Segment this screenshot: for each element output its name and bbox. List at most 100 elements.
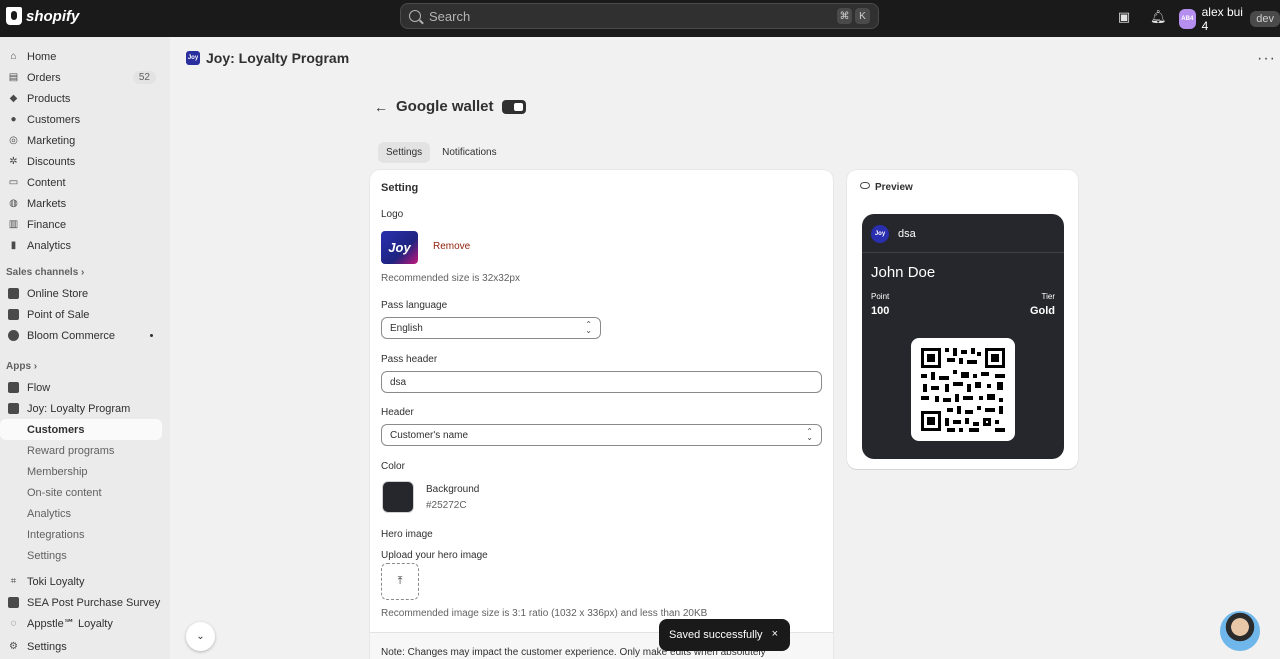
heading-label: Apps (6, 361, 31, 372)
sidebar-item-products[interactable]: ◆ Products (0, 88, 162, 109)
remove-logo-button[interactable]: Remove (433, 241, 470, 252)
sidebar-item-label: Home (27, 50, 57, 63)
sidebar-item-label: Finance (27, 218, 67, 231)
eye-icon (860, 182, 870, 189)
bell-icon[interactable]: 🔔︎ (1150, 10, 1167, 24)
pos-icon (8, 309, 19, 320)
point-label: Point (871, 292, 890, 301)
scroll-down-button[interactable]: ⌄ (186, 622, 215, 651)
store-icon (8, 288, 19, 299)
shortcut-k-key: K (855, 8, 870, 24)
inbox-icon[interactable]: ▣ (1117, 10, 1131, 24)
sidebar-item-label: Orders (27, 71, 61, 84)
sidebar-item-analytics[interactable]: ▮ Analytics (0, 235, 162, 256)
toast-message: Saved successfully (669, 629, 763, 641)
sidebar-item-orders[interactable]: ▤ Orders 52 (0, 67, 162, 88)
shopify-bag-icon (6, 7, 22, 25)
back-arrow-icon[interactable]: ← (374, 99, 388, 115)
upload-icon: ⤒ (397, 575, 403, 587)
appstle-icon: ◌ (10, 618, 17, 629)
user-name: alex bui 4 (1201, 5, 1243, 33)
sidebar-item-joy-settings[interactable]: Settings (0, 545, 162, 566)
preview-heading: Preview (860, 182, 913, 193)
avatar: AB4 (1179, 9, 1196, 29)
background-color-swatch[interactable] (382, 481, 414, 513)
sidebar-item-reward-programs[interactable]: Reward programs (0, 440, 162, 461)
settings-card: Setting Logo Joy Remove Recommended size… (370, 170, 833, 659)
sidebar-item-sea-survey[interactable]: SEA Post Purchase Survey (0, 592, 162, 613)
sidebar-item-point-of-sale[interactable]: Point of Sale (0, 304, 162, 325)
person-icon: ● (10, 114, 17, 125)
search-placeholder: Search (429, 8, 471, 24)
sidebar-item-membership[interactable]: Membership (0, 461, 162, 482)
app-title: Joy: Loyalty Program (206, 50, 350, 66)
apps-heading[interactable]: Apps › (6, 361, 37, 372)
sidebar-item-online-store[interactable]: Online Store (0, 283, 162, 304)
sidebar-item-content[interactable]: ▭ Content (0, 172, 162, 193)
sidebar-item-settings[interactable]: ⚙ Settings (0, 636, 162, 657)
pass-language-label: Pass language (381, 300, 448, 311)
sidebar-item-finance[interactable]: ▥ Finance (0, 214, 162, 235)
select-value: Customer's name (390, 429, 469, 441)
sidebar-item-appstle-loyalty[interactable]: ◌ Appstle℠ Loyalty (0, 613, 162, 634)
sidebar: ⌂ Home ▤ Orders 52 ◆ Products ● Customers ◎ Ma… (0, 37, 170, 659)
bank-icon: ▥ (8, 219, 19, 230)
sidebar-item-markets[interactable]: ◍ Markets (0, 193, 162, 214)
shortcut-cmd-key: ⌘ (837, 8, 852, 24)
qr-code (911, 338, 1015, 441)
shopify-logo[interactable]: shopify (6, 7, 79, 25)
tag-icon: ◆ (9, 93, 18, 104)
sidebar-item-marketing[interactable]: ◎ Marketing (0, 130, 162, 151)
sidebar-item-bloom-commerce[interactable]: Bloom Commerce (0, 325, 162, 346)
sidebar-item-customers[interactable]: ● Customers (0, 109, 162, 130)
close-icon[interactable]: × (772, 628, 778, 640)
sidebar-item-integrations[interactable]: Integrations (0, 524, 162, 545)
header-label: Header (381, 407, 414, 418)
logo-label: Logo (381, 209, 404, 220)
chat-support-avatar[interactable] (1220, 611, 1260, 651)
sidebar-item-joy-analytics[interactable]: Analytics (0, 503, 162, 524)
upload-button[interactable]: ⤒ (381, 563, 419, 600)
sidebar-item-label: Settings (27, 549, 67, 562)
sidebar-item-label: SEA Post Purchase Survey (27, 596, 161, 609)
gear-icon: ⚙ (9, 641, 18, 652)
select-value: English (390, 322, 423, 334)
sidebar-item-home[interactable]: ⌂ Home (0, 46, 162, 67)
search-bar[interactable]: Search ⌘ K (400, 3, 879, 29)
sidebar-item-toki-loyalty[interactable]: ⌗ Toki Loyalty (0, 571, 162, 592)
sidebar-item-on-site-content[interactable]: On-site content (0, 482, 162, 503)
sidebar-item-joy[interactable]: Joy: Loyalty Program (0, 398, 162, 419)
sidebar-item-joy-customers[interactable]: Customers (0, 419, 162, 440)
header-select[interactable]: Customer's name ⌃ ⌄ (381, 424, 822, 446)
heading-label: Sales channels (6, 267, 79, 278)
sidebar-item-label: Analytics (27, 239, 72, 252)
toast: Saved successfully × (659, 619, 790, 651)
preview-card: Preview Joy dsa John Doe Point 100 Tier … (847, 170, 1078, 469)
pass-language-select[interactable]: English ⌃ ⌄ (381, 317, 601, 339)
color-label: Color (381, 461, 405, 472)
pass-header-input[interactable]: dsa (381, 371, 822, 393)
bar-chart-icon: ▮ (10, 240, 17, 251)
user-menu[interactable]: AB4 alex bui 4 dev (1179, 5, 1280, 33)
enable-toggle[interactable] (501, 99, 526, 114)
sidebar-item-flow[interactable]: Flow (0, 377, 162, 398)
sidebar-item-label: Products (27, 92, 71, 105)
sales-channels-heading[interactable]: Sales channels › (6, 267, 84, 278)
home-icon: ⌂ (10, 51, 17, 62)
bloom-icon (8, 330, 19, 341)
joy-logo-icon: Joy (186, 51, 200, 65)
page-title: Google wallet (396, 98, 494, 115)
content-icon: ▭ (8, 177, 19, 188)
more-actions-icon[interactable]: ··· (1257, 50, 1276, 68)
tab-notifications[interactable]: Notifications (434, 142, 504, 163)
sidebar-item-discounts[interactable]: ✲ Discounts (0, 151, 162, 172)
toki-icon: ⌗ (10, 576, 17, 587)
logo-preview: Joy (381, 231, 418, 264)
tier-value: Gold (1029, 305, 1055, 317)
background-hex: #25272C (426, 500, 467, 511)
tab-settings[interactable]: Settings (378, 142, 431, 163)
pass-header-text: dsa (898, 228, 916, 240)
sidebar-item-label: Analytics (27, 507, 72, 520)
orders-icon: ▤ (8, 72, 19, 83)
status-dot (150, 334, 153, 337)
